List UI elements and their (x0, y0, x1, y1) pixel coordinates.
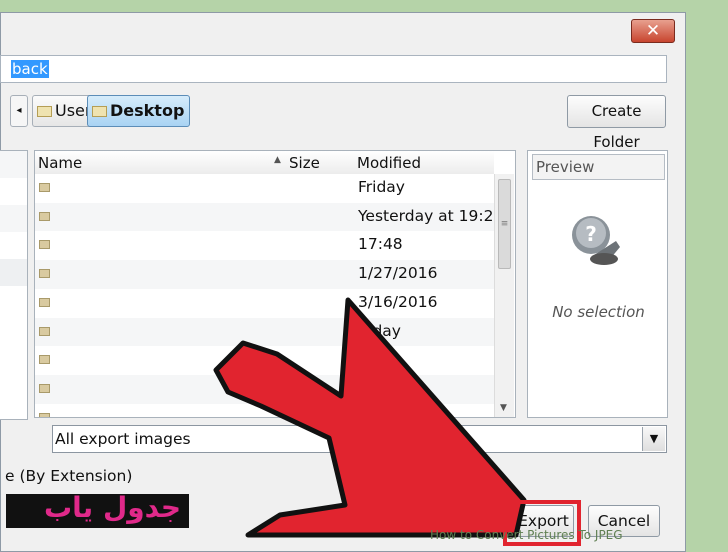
folder-icon (39, 326, 50, 336)
table-row[interactable]: 1/27/2016 (35, 260, 494, 289)
places-sidebar[interactable] (0, 150, 28, 420)
preview-panel: Preview ? No selection (527, 150, 668, 418)
modified-cell: 17:48 (358, 235, 403, 254)
folder-icon (39, 240, 50, 250)
table-row[interactable]: Friday (35, 174, 494, 203)
modified-cell: 016 (358, 350, 388, 369)
folder-icon (39, 412, 50, 417)
folder-icon (39, 297, 50, 307)
table-row[interactable]: 17:48 (35, 231, 494, 261)
file-list-scrollbar[interactable]: ≡ ▼ (494, 174, 514, 417)
filename-input[interactable]: back (0, 55, 667, 83)
file-filter-select[interactable]: All export images ▼ (52, 425, 667, 453)
places-item[interactable] (0, 205, 27, 232)
chevron-down-icon[interactable]: ▼ (642, 427, 665, 451)
scroll-down-icon[interactable]: ▼ (500, 403, 507, 413)
modified-cell: Yesterday at 19:28 (358, 206, 504, 225)
scrollbar-thumb[interactable]: ≡ (498, 179, 511, 269)
table-row[interactable]: Yesterday at 19:28 (35, 202, 503, 232)
modified-cell: rsday (358, 321, 401, 340)
table-row[interactable]: 3/16/2016 (35, 288, 494, 318)
column-header-size[interactable]: Size (289, 154, 320, 172)
sort-ascending-icon: ▲ (274, 155, 281, 165)
folder-icon (39, 269, 50, 279)
file-type-label[interactable]: e (By Extension) (5, 467, 132, 485)
filename-selected-text: back (11, 60, 49, 78)
filter-selected-value: All export images (55, 430, 191, 448)
watermark-logo: جدول یاب (6, 491, 189, 528)
folder-icon (39, 355, 50, 365)
table-row[interactable]: 016 (35, 346, 494, 375)
folder-icon (92, 106, 107, 117)
preview-empty-text: No selection (552, 303, 645, 321)
table-row[interactable] (35, 403, 494, 417)
places-item[interactable] (0, 259, 27, 286)
create-folder-button[interactable]: Create Folder (567, 95, 666, 151)
folder-icon (39, 183, 50, 192)
modified-cell: 1/27/2016 (358, 264, 438, 283)
places-item[interactable] (0, 151, 27, 178)
modified-cell: Friday (358, 178, 405, 196)
folder-icon (39, 211, 50, 221)
preview-label: Preview (532, 154, 665, 180)
gimp-wilber-icon: ? (572, 216, 620, 265)
watermark-text: جدول یاب (44, 491, 181, 524)
breadcrumb-label: User (55, 101, 92, 120)
file-list[interactable]: Name ▲ Size Modified Friday Yesterday at … (34, 150, 516, 418)
modified-cell: 3/16/2016 (358, 292, 438, 311)
caption-text: How to Convert Pictures To JPEG (430, 528, 623, 542)
table-row[interactable] (35, 374, 494, 404)
folder-icon (39, 383, 50, 393)
svg-text:?: ? (585, 222, 597, 246)
path-back-button[interactable]: ◂ (10, 95, 28, 127)
close-button[interactable]: ✕ (631, 19, 675, 43)
breadcrumb-desktop[interactable]: Desktop (87, 95, 191, 127)
folder-icon (37, 106, 52, 117)
breadcrumb-label: Desktop (110, 101, 185, 120)
file-rows: Friday Yesterday at 19:28 17:48 1/27/2016 3/… (35, 174, 503, 417)
column-header-name[interactable]: Name (38, 154, 82, 172)
table-row[interactable]: rsday (35, 317, 494, 347)
column-header-modified[interactable]: Modified (357, 154, 421, 172)
list-header: Name ▲ Size Modified (35, 151, 494, 175)
